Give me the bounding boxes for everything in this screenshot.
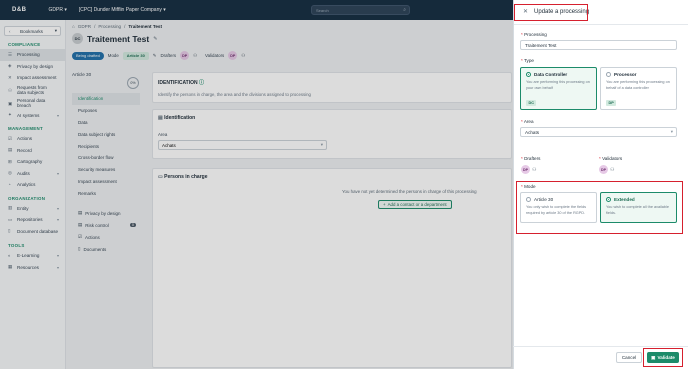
area-select[interactable]: Achats ▾ xyxy=(520,127,677,137)
type-badge: DC xyxy=(526,100,537,107)
divider xyxy=(514,24,688,25)
processing-name-input[interactable]: Traitement Test xyxy=(520,40,677,50)
chevron-down-icon: ▾ xyxy=(670,129,673,134)
add-user-icon[interactable]: ⚇ xyxy=(610,167,614,173)
type-label: * Type xyxy=(521,58,534,63)
processing-label: * Processing xyxy=(521,32,547,37)
type-option-data-controller[interactable]: Data Controller You are performing this … xyxy=(520,67,597,110)
area-label: * Area xyxy=(521,119,534,124)
type-badge: DP xyxy=(606,100,617,107)
validator-avatar: DP xyxy=(599,165,608,174)
drafters-field[interactable]: DP ⚇ xyxy=(521,165,536,174)
highlight-mode xyxy=(516,181,683,234)
highlight-title xyxy=(514,4,588,21)
radio-selected[interactable] xyxy=(526,72,531,78)
drafter-avatar: DP xyxy=(521,165,530,174)
cancel-button[interactable]: Cancel xyxy=(616,352,642,363)
validators-label: * Validators xyxy=(599,156,623,161)
highlight-validate xyxy=(643,348,683,367)
drafters-label: * Drafters xyxy=(521,156,541,161)
type-option-processor[interactable]: Processor You are performing this proces… xyxy=(600,67,677,110)
radio-unselected[interactable] xyxy=(606,72,611,78)
add-user-icon[interactable]: ⚇ xyxy=(532,167,536,173)
validators-field[interactable]: DP ⚇ xyxy=(599,165,614,174)
divider xyxy=(513,346,688,347)
